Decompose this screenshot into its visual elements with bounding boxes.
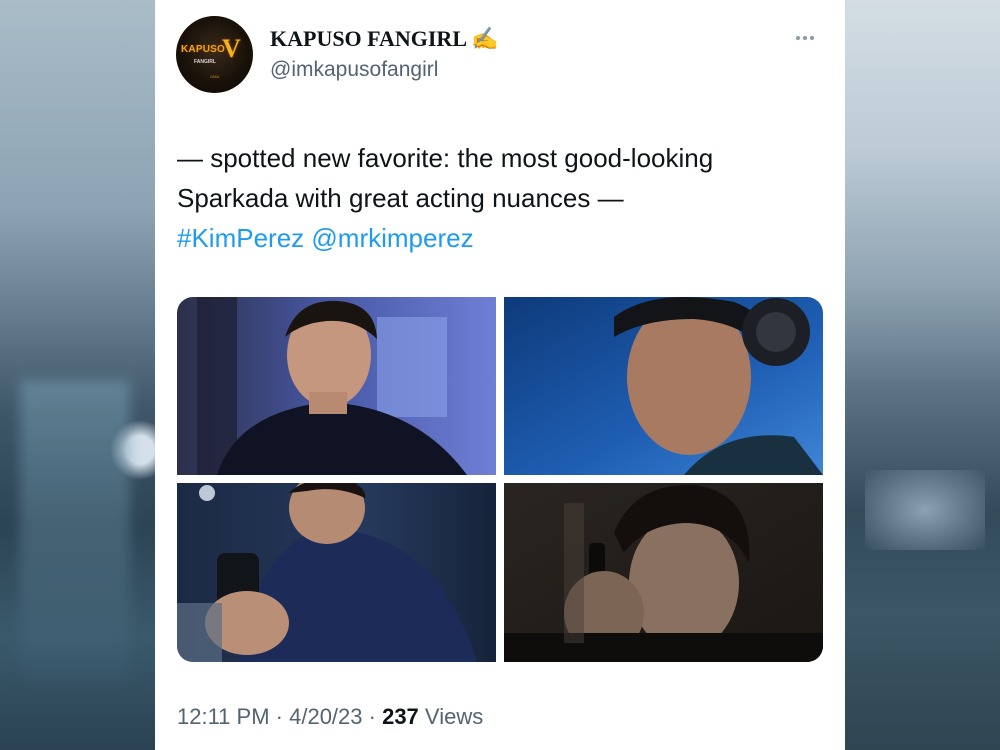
- avatar-logo-word: KAPUSO: [181, 44, 225, 55]
- media-photo-3[interactable]: [177, 483, 496, 662]
- photo-1-image: [177, 297, 496, 475]
- photo-2-image: [504, 297, 823, 475]
- tweet-date[interactable]: 4/20/23: [289, 704, 362, 729]
- hashtag-link[interactable]: #KimPerez: [177, 223, 304, 253]
- more-button[interactable]: [790, 28, 820, 48]
- avatar-logo-tiny: GMA: [210, 74, 220, 79]
- views-label: Views: [424, 704, 484, 729]
- tweet-text-line-2: Sparkada with great acting nuances —: [177, 183, 624, 213]
- tweet-card: KAPUSO V FANGIRL GMA KAPUSO FANGIRL ✍️ @…: [155, 0, 845, 750]
- media-photo-1[interactable]: [177, 297, 496, 475]
- tweet-time[interactable]: 12:11 PM: [177, 704, 270, 729]
- meta-separator: ·: [269, 704, 290, 729]
- display-name-text: KAPUSO FANGIRL: [270, 26, 466, 51]
- media-grid: [177, 297, 823, 662]
- more-icon: [796, 36, 800, 40]
- tweet-text-line-1: — spotted new favorite: the most good-lo…: [177, 143, 714, 173]
- background-right: [845, 0, 1000, 750]
- avatar[interactable]: KAPUSO V FANGIRL GMA: [176, 16, 253, 93]
- views-count: 237: [382, 704, 419, 729]
- media-photo-2[interactable]: [504, 297, 823, 475]
- mention-link[interactable]: @mrkimperez: [311, 223, 473, 253]
- background-left: [0, 0, 155, 750]
- avatar-logo-sub: FANGIRL: [194, 59, 216, 65]
- photo-3-image: [177, 483, 496, 662]
- more-icon: [810, 36, 814, 40]
- user-handle[interactable]: @imkapusofangirl: [270, 58, 438, 82]
- more-icon: [803, 36, 807, 40]
- tweet-text: — spotted new favorite: the most good-lo…: [177, 138, 827, 258]
- writing-hand-emoji: ✍️: [471, 26, 499, 51]
- media-photo-4[interactable]: [504, 483, 823, 662]
- display-name[interactable]: KAPUSO FANGIRL ✍️: [270, 26, 499, 52]
- photo-4-image: [504, 483, 823, 662]
- avatar-logo-letter: V: [222, 34, 241, 63]
- meta-separator: ·: [362, 704, 383, 729]
- tweet-meta: 12:11 PM · 4/20/23 · 237 Views: [177, 704, 483, 730]
- tweet-text-line-3: #KimPerez @mrkimperez: [177, 218, 827, 258]
